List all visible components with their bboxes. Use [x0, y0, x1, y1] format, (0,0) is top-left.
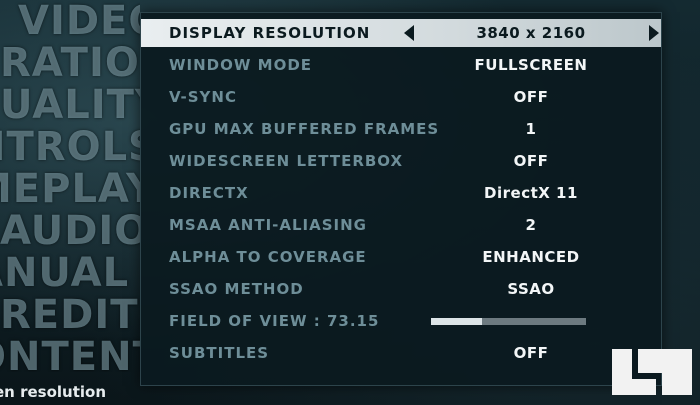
setting-row-alpha-to-coverage[interactable]: ALPHA TO COVERAGE ENHANCED	[141, 243, 661, 271]
setting-label: SUBTITLES	[169, 344, 270, 362]
setting-row-window-mode[interactable]: WINDOW MODE FULLSCREEN	[141, 51, 661, 79]
setting-value[interactable]: OFF	[431, 147, 631, 175]
side-menu-item-calibration[interactable]: RATION	[0, 42, 140, 84]
setting-value[interactable]: 1	[431, 115, 631, 143]
side-menu-item-quality[interactable]: UALITY	[0, 84, 140, 126]
setting-label: GPU MAX BUFFERED FRAMES	[169, 120, 440, 138]
side-menu-item-credits[interactable]: REDITS	[0, 294, 140, 336]
setting-row-widescreen-letterbox[interactable]: WIDESCREEN LETTERBOX OFF	[141, 147, 661, 175]
setting-row-ssao-method[interactable]: SSAO METHOD SSAO	[141, 275, 661, 303]
help-hint-text: en resolution	[0, 383, 106, 401]
video-settings-panel: DISPLAY RESOLUTION 3840 x 2160 WINDOW MO…	[140, 12, 662, 386]
setting-label: WINDOW MODE	[169, 56, 313, 74]
side-menu-item-controls[interactable]: NTROLS	[0, 126, 140, 168]
field-of-view-slider-fill	[431, 318, 483, 325]
arrow-left-icon[interactable]	[404, 25, 414, 41]
setting-label: MSAA ANTI-ALIASING	[169, 216, 367, 234]
setting-value[interactable]: OFF	[431, 83, 631, 111]
side-menu-item-gameplay[interactable]: MEPLAY	[0, 168, 140, 210]
setting-label: SSAO METHOD	[169, 280, 304, 298]
setting-label: FIELD OF VIEW : 73.15	[169, 312, 380, 330]
setting-row-subtitles[interactable]: SUBTITLES OFF	[141, 339, 661, 367]
setting-row-msaa-anti-aliasing[interactable]: MSAA ANTI-ALIASING 2	[141, 211, 661, 239]
setting-value[interactable]: ENHANCED	[431, 243, 631, 271]
setting-row-gpu-max-buffered-frames[interactable]: GPU MAX BUFFERED FRAMES 1	[141, 115, 661, 143]
setting-label: WIDESCREEN LETTERBOX	[169, 152, 404, 170]
setting-row-display-resolution[interactable]: DISPLAY RESOLUTION 3840 x 2160	[141, 19, 661, 47]
setting-value[interactable]: SSAO	[431, 275, 631, 303]
setting-row-directx[interactable]: DIRECTX DirectX 11	[141, 179, 661, 207]
setting-row-v-sync[interactable]: V-SYNC OFF	[141, 83, 661, 111]
arrow-right-icon[interactable]	[649, 25, 659, 41]
setting-value[interactable]: FULLSCREEN	[431, 51, 631, 79]
setting-value[interactable]: DirectX 11	[431, 179, 631, 207]
side-menu-item-audio[interactable]: AUDIO	[0, 210, 140, 252]
side-menu-item-content[interactable]: ONTENT	[0, 336, 140, 372]
side-menu-item-manual[interactable]: ANUAL	[0, 252, 140, 294]
setting-value[interactable]: OFF	[431, 339, 631, 367]
setting-value[interactable]: 3840 x 2160	[431, 19, 631, 47]
setting-row-field-of-view[interactable]: FIELD OF VIEW : 73.15	[141, 307, 661, 335]
side-menu-item-video[interactable]: VIDEO	[0, 0, 140, 42]
setting-label: ALPHA TO COVERAGE	[169, 248, 367, 266]
setting-label: V-SYNC	[169, 88, 237, 106]
setting-value[interactable]: 2	[431, 211, 631, 239]
watermark-logo-icon	[612, 349, 692, 395]
setting-label: DIRECTX	[169, 184, 249, 202]
side-menu: VIDEO RATION UALITY NTROLS MEPLAY AUDIO …	[0, 0, 140, 372]
field-of-view-slider[interactable]	[431, 318, 586, 325]
setting-label: DISPLAY RESOLUTION	[169, 24, 371, 42]
